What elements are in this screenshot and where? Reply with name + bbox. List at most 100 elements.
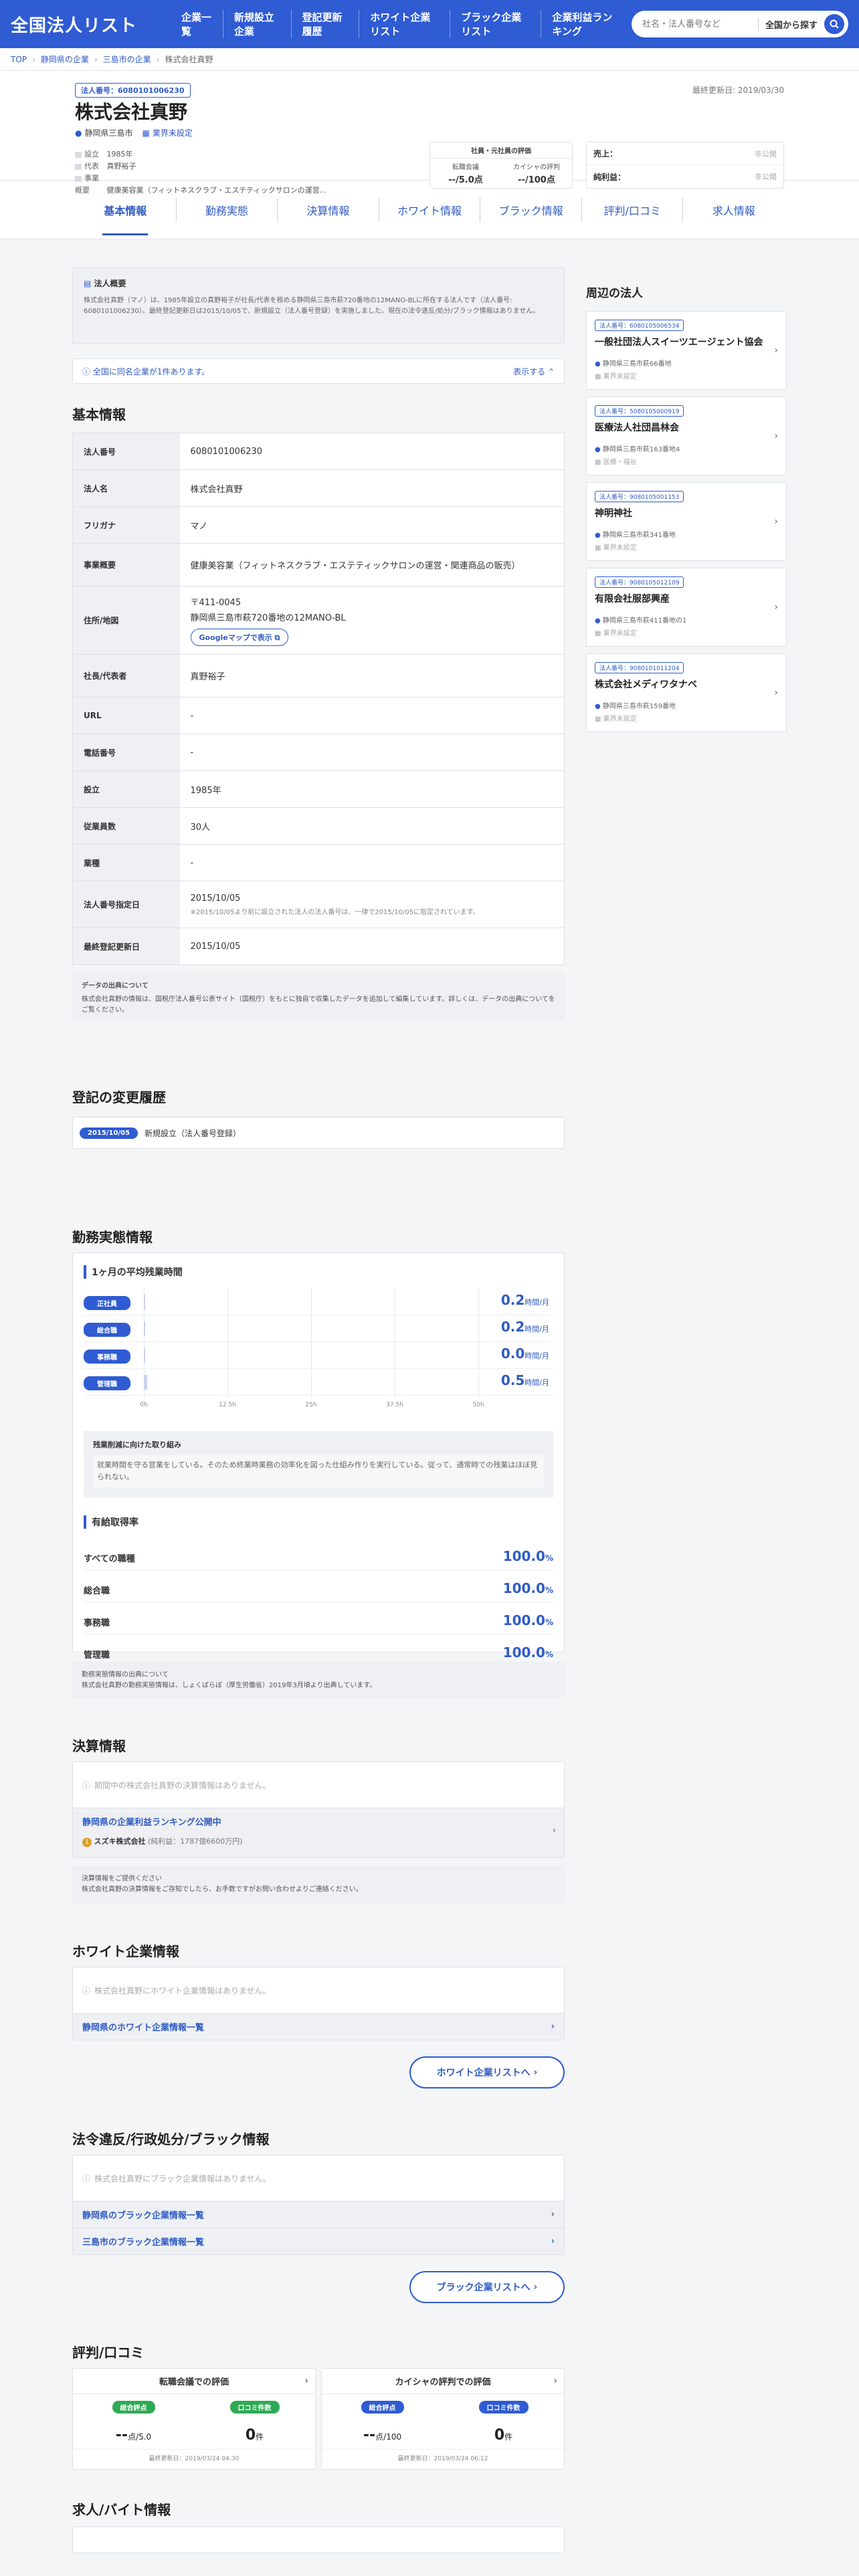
- finance-title: 決算情報: [72, 1738, 126, 1754]
- biz-label: 事業概要: [75, 173, 104, 197]
- row-divider: [84, 1341, 553, 1342]
- main-nav: 企業一覧 新規設立企業 登記更新履歴 ホワイト企業リスト ブラック企業リスト 企…: [171, 10, 632, 38]
- nav-item-white[interactable]: ホワイト企業リスト: [359, 10, 451, 38]
- corp-location-line: ● 静岡県三島市 ▦ 業界未設定: [75, 127, 193, 138]
- breadcrumb: TOP › 静岡県の企業 › 三島市の企業 › 株式会社真野: [0, 48, 859, 71]
- white-title: ホワイト企業情報: [72, 1943, 179, 1959]
- review-card-tenshoku[interactable]: 転職会議での評価 › 総合評点 --点/5.0 口コミ件数 0件 最終更新日：2019…: [72, 2368, 316, 2470]
- white-empty: ⓘ 株式会社真野にホワイト企業情報はありません。: [82, 1985, 271, 1996]
- chevron-right-icon: ›: [553, 2376, 557, 2386]
- nearby-item[interactable]: 法人番号：6080105006534 一般社団法人スイーツエージェント協会 ● 静岡…: [586, 311, 787, 390]
- black-list-button[interactable]: ブラック企業リストへ ›: [409, 2271, 565, 2303]
- rank-medal-icon: 1: [82, 1838, 92, 1847]
- table-row: 設立 1985年: [72, 770, 565, 808]
- category-label: 管理職: [84, 1376, 130, 1390]
- bar: [144, 1375, 147, 1390]
- nav-item-black[interactable]: ブラック企業リスト: [450, 10, 542, 38]
- white-pref-link[interactable]: 静岡県のホワイト企業情報一覧 ›: [73, 2013, 564, 2040]
- tab-review[interactable]: 評判/口コミ: [582, 197, 684, 222]
- location-pin-icon: ●: [595, 360, 601, 368]
- white-list-button[interactable]: ホワイト企業リストへ ›: [409, 2056, 565, 2088]
- overtime-chart: 0h 12.5h 25h 37.5h 50h 正社員 0.2時間/月 総合職 0.2時間/月 事務…: [84, 1288, 553, 1422]
- eval-tenshoku[interactable]: 転職会議 --/5.0点: [430, 158, 501, 188]
- site-logo[interactable]: 全国法人リスト: [11, 12, 137, 37]
- search-box: 全国から探す: [632, 11, 848, 37]
- summary-box: ▤ 法人概要 株式会社真野（マノ）は、1985年設立の真野裕子が社長/代表を務め…: [72, 267, 565, 344]
- eval-kaisha[interactable]: カイシャの評判 --/100点: [501, 158, 572, 188]
- basic-info-title: 基本情報: [72, 407, 126, 423]
- tab-jobs[interactable]: 求人情報: [683, 198, 784, 222]
- ranking-link[interactable]: 静岡県の企業利益ランキング公開中 1 スズキ株式会社 (純利益：1787億660…: [73, 1808, 564, 1857]
- rep-value: 真野裕子: [106, 162, 136, 171]
- nav-item-ranking[interactable]: 企業利益ランキング: [541, 10, 632, 38]
- history-date: 2015/10/05: [80, 1127, 138, 1139]
- tab-white[interactable]: ホワイト情報: [379, 197, 481, 222]
- leave-row: 事務職 100.0%: [84, 1602, 553, 1634]
- breadcrumb-top[interactable]: TOP: [11, 55, 27, 64]
- breadcrumb-city[interactable]: 三島市の企業: [103, 53, 151, 65]
- nearby-item[interactable]: 法人番号：9080105012109 有限会社服部興産 ● 静岡県三島市萩411番地…: [586, 568, 787, 647]
- same-name-toggle[interactable]: 表示する: [513, 367, 545, 377]
- location-pin-icon: ●: [595, 446, 601, 453]
- history-row: 2015/10/05 新規設立（法人番号登録）: [72, 1117, 565, 1149]
- document-icon: ▤: [84, 279, 92, 288]
- nav-item-list[interactable]: 企業一覧: [171, 10, 223, 38]
- corp-location[interactable]: 静岡県三島市: [84, 127, 132, 138]
- corp-quick-info: 設立 1985年 代表 真野裕子 事業概要 健康美容業（フィットネスクラブ・エス…: [75, 148, 326, 197]
- info-icon: ⓘ: [82, 1985, 91, 1996]
- finance-request-note: 決算情報をご提供ください 株式会社真野の決算情報をご存知でしたら、お手数ですがお…: [72, 1866, 565, 1903]
- google-map-button[interactable]: Googleマップで表示 ⧉: [190, 628, 289, 646]
- review-card-kaisha[interactable]: カイシャの評判での評価 › 総合評点 --点/100 口コミ件数 0件 最終更新日：2…: [321, 2368, 565, 2470]
- bar: [144, 1321, 145, 1336]
- overtime-title: 1ヶ月の平均残業時間: [84, 1265, 553, 1279]
- row-divider: [84, 1368, 553, 1369]
- nearby-title: 周辺の法人: [586, 287, 643, 300]
- table-row: 従業員数 30人: [72, 807, 565, 845]
- category-label: 正社員: [84, 1296, 130, 1310]
- same-name-notice[interactable]: ⓘ 全国に同名企業が1件あります。 表示する ⌃: [72, 358, 565, 384]
- external-link-icon: ⧉: [274, 633, 280, 642]
- sales-row: 売上： 非公開: [587, 142, 783, 165]
- work-title: 勤務実態情報: [72, 1229, 153, 1245]
- table-row: URL -: [72, 697, 565, 734]
- nearby-item[interactable]: 法人番号：5080105000919 医療法人社団昌林会 ● 静岡県三島市萩163番…: [586, 397, 787, 475]
- category-label: 事務職: [84, 1350, 130, 1364]
- corp-header: 法人番号：6080101006230 最終更新日: 2019/03/30 株式会…: [0, 71, 859, 195]
- tab-work[interactable]: 勤務実態: [177, 197, 278, 222]
- jobs-title: 求人/バイト情報: [72, 2502, 171, 2518]
- table-row: 社長/代表者 真野裕子: [72, 654, 565, 697]
- table-row: 住所/地図 〒411-0045 静岡県三島市萩720番地の12MANO-BL Goog…: [72, 586, 565, 655]
- breadcrumb-prefecture[interactable]: 静岡県の企業: [41, 53, 89, 65]
- value-label: 0.2時間/月: [500, 1319, 549, 1335]
- industry-icon: ▦: [595, 716, 601, 723]
- black-box: ⓘ 株式会社真野にブラック企業情報はありません。 静岡県のブラック企業情報一覧 › …: [72, 2155, 565, 2255]
- tab-basic[interactable]: 基本情報: [75, 197, 177, 235]
- nearby-item[interactable]: 法人番号：9080101011204 株式会社メディワタナベ ● 静岡県三島市萩15…: [586, 653, 787, 732]
- search-input[interactable]: [642, 19, 758, 29]
- last-updated: 最終更新日: 2019/03/30: [692, 86, 784, 95]
- summary-title: 法人概要: [94, 279, 126, 288]
- chevron-right-icon: ›: [774, 431, 778, 441]
- breadcrumb-current: 株式会社真野: [165, 55, 213, 64]
- corp-industry: 業界未設定: [152, 128, 193, 138]
- x-tick-label: 50h: [472, 1402, 484, 1408]
- tab-black[interactable]: ブラック情報: [480, 197, 582, 222]
- chevron-right-icon: ›: [304, 2376, 308, 2386]
- tab-finance[interactable]: 決算情報: [278, 197, 379, 222]
- leave-list: すべての職種 100.0% 総合職 100.0% 事務職 100.0% 管理職 100.…: [84, 1538, 553, 1667]
- black-city-link[interactable]: 三島市のブラック企業情報一覧 ›: [73, 2228, 564, 2254]
- table-row: 電話番号 -: [72, 734, 565, 771]
- sidebar-nearby: 周辺の法人 法人番号：6080105006534 一般社団法人スイーツエージェント…: [586, 284, 787, 739]
- value-label: 0.2時間/月: [500, 1292, 549, 1308]
- black-pref-link[interactable]: 静岡県のブラック企業情報一覧 ›: [73, 2201, 564, 2228]
- nav-item-new[interactable]: 新規設立企業: [223, 10, 292, 38]
- search-scope-button[interactable]: 全国から探す: [757, 17, 824, 31]
- history-title: 登記の変更履歴: [72, 1089, 166, 1105]
- eval-title: 社員・元社員の評価: [430, 142, 572, 158]
- nearby-item[interactable]: 法人番号：9080105001153 神明神社 ● 静岡県三島市萩341番地 ▦ 業界…: [586, 482, 787, 561]
- x-tick-label: 12.5h: [219, 1402, 236, 1408]
- industry-icon: ▦: [595, 373, 601, 381]
- chevron-right-icon: ›: [774, 602, 778, 613]
- search-icon[interactable]: [824, 14, 844, 34]
- nav-item-updates[interactable]: 登記更新履歴: [292, 10, 360, 38]
